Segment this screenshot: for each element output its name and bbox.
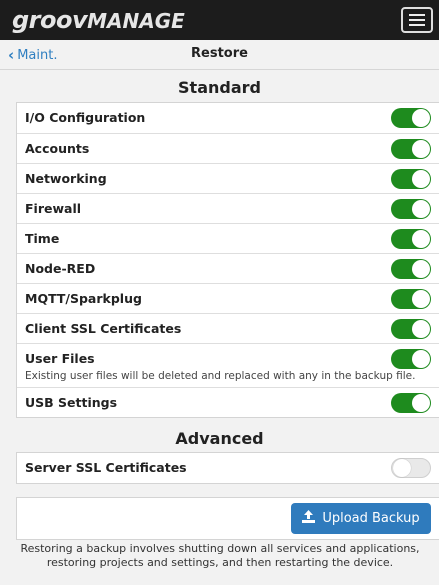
toggle-i-o-configuration[interactable] (391, 108, 431, 128)
option-label: Networking (25, 171, 107, 186)
toggle-firewall[interactable] (391, 199, 431, 219)
toggle-client-ssl-certificates[interactable] (391, 319, 431, 339)
toggle-knob (412, 170, 430, 188)
logo-text-manage: MANAGE (87, 9, 185, 33)
option-row-node-red: Node-RED (17, 253, 439, 283)
toggle-networking[interactable] (391, 169, 431, 189)
nav-bar: ‹ Maint. Restore (0, 40, 439, 70)
option-row-usb-settings: USB Settings (17, 387, 439, 417)
toggle-accounts[interactable] (391, 139, 431, 159)
page-title: Restore (191, 46, 248, 61)
option-label: Time (25, 231, 60, 246)
toggle-knob (412, 200, 430, 218)
option-label: MQTT/Sparkplug (25, 291, 142, 306)
option-row-mqtt-sparkplug: MQTT/Sparkplug (17, 283, 439, 313)
toggle-knob (412, 230, 430, 248)
toggle-knob (412, 109, 430, 127)
logo-text-groov: groov (12, 6, 88, 34)
option-row-user-files: User Files Existing user files will be de… (17, 343, 439, 387)
toggle-server-ssl-certificates[interactable] (391, 458, 431, 478)
option-label: Accounts (25, 141, 90, 156)
option-description: Existing user files will be deleted and … (25, 370, 416, 382)
option-row-firewall: Firewall (17, 193, 439, 223)
hamburger-menu-button[interactable] (401, 7, 433, 33)
option-row-time: Time (17, 223, 439, 253)
app-logo: groovMANAGE (12, 6, 185, 36)
hamburger-bar-icon (409, 24, 425, 26)
option-label: USB Settings (25, 395, 118, 410)
toggle-knob (412, 260, 430, 278)
upload-backup-label: Upload Backup (322, 511, 420, 526)
hamburger-bar-icon (409, 14, 425, 16)
toggle-mqtt-sparkplug[interactable] (391, 289, 431, 309)
toggle-node-red[interactable] (391, 259, 431, 279)
option-row-i-o-configuration: I/O Configuration (17, 103, 439, 133)
toggle-usb-settings[interactable] (391, 393, 431, 413)
upload-panel: Upload Backup (16, 497, 439, 540)
option-label: Node-RED (25, 261, 96, 276)
toggle-knob (412, 350, 430, 368)
toggle-user-files[interactable] (391, 349, 431, 369)
option-row-client-ssl-certificates: Client SSL Certificates (17, 313, 439, 343)
toggle-knob (412, 320, 430, 338)
option-row-accounts: Accounts (17, 133, 439, 163)
option-label: Firewall (25, 201, 82, 216)
toggle-knob (412, 394, 430, 412)
toggle-knob (412, 290, 430, 308)
standard-options-panel: I/O Configuration Accounts Networking Firew… (16, 102, 439, 418)
upload-arrow-icon (302, 510, 316, 523)
restore-note: Restoring a backup involves shutting dow… (20, 542, 420, 569)
advanced-options-panel: Server SSL Certificates (16, 452, 439, 484)
upload-icon (302, 510, 316, 527)
hamburger-bar-icon (409, 19, 425, 21)
option-label: Client SSL Certificates (25, 321, 182, 336)
option-row-networking: Networking (17, 163, 439, 193)
option-label: I/O Configuration (25, 110, 146, 125)
advanced-heading: Advanced (175, 429, 264, 448)
option-label: User Files (25, 351, 95, 366)
option-row-server-ssl-certificates: Server SSL Certificates (17, 453, 439, 483)
toggle-knob (393, 459, 411, 477)
standard-heading: Standard (178, 78, 261, 97)
upload-backup-button[interactable]: Upload Backup (291, 503, 431, 534)
top-bar: groovMANAGE (0, 0, 439, 40)
toggle-knob (412, 140, 430, 158)
option-label: Server SSL Certificates (25, 460, 187, 475)
toggle-time[interactable] (391, 229, 431, 249)
